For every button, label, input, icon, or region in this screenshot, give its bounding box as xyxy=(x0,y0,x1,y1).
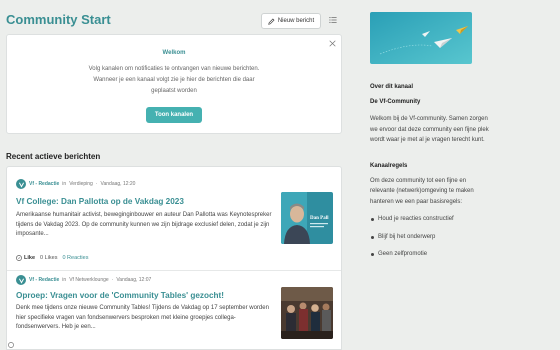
post-thumbnail[interactable]: Dan Pall xyxy=(281,192,333,244)
like-button[interactable]: Like xyxy=(16,255,35,261)
post-thumbnail[interactable] xyxy=(281,287,333,339)
welcome-card: Welkom Volg kanalen om notificaties te o… xyxy=(6,34,342,134)
post-time: Vandaag, 12:20 xyxy=(100,181,136,187)
new-post-button[interactable]: Nieuw bericht xyxy=(261,13,321,29)
post-meta: Vf - Redactie in Vf Netwerklounge · Vand… xyxy=(16,275,151,285)
rules-heading: Kanaalregels xyxy=(370,162,408,169)
channel-banner xyxy=(370,12,472,64)
avatar[interactable] xyxy=(16,275,26,285)
posts-list: Vf - Redactie in Verdieping · Vandaag, 1… xyxy=(6,166,342,350)
post-author[interactable]: Vf - Redactie xyxy=(29,181,59,187)
post-item: Vf - Redactie in Verdieping · Vandaag, 1… xyxy=(7,175,341,271)
rule-item: Geen zelfpromotie xyxy=(370,250,530,258)
vf-logo-icon xyxy=(18,278,24,284)
community-name: De Vf-Community xyxy=(370,99,421,105)
about-text: Welkom bij de Vf-community. Samen zorgen… xyxy=(370,116,489,143)
new-post-label: Nieuw bericht xyxy=(277,18,315,24)
post-excerpt: Amerikaanse humanitair activist, bewegin… xyxy=(16,212,272,237)
rule-item: Blijf bij het onderwerp xyxy=(370,233,530,241)
post-actions: Like 0 Likes 0 Reacties xyxy=(16,255,88,261)
about-heading: Over dit kanaal xyxy=(370,84,414,90)
rules-text: Om deze community tot een fijne en relev… xyxy=(370,177,474,205)
post-title[interactable]: Oproep: Vragen voor de 'Community Tables… xyxy=(16,291,224,300)
post-channel-prefix: in xyxy=(62,277,67,283)
post-meta: Vf - Redactie in Verdieping · Vandaag, 1… xyxy=(16,179,135,189)
show-channels-button[interactable]: Toon kanalen xyxy=(146,107,202,123)
page-title: Community Start xyxy=(6,12,111,27)
recent-posts-heading: Recent actieve berichten xyxy=(6,152,101,161)
post-channel-prefix: in xyxy=(62,181,67,187)
post-item: Vf - Redactie in Vf Netwerklounge · Vand… xyxy=(7,271,341,349)
like-label: Like xyxy=(24,255,36,261)
reacties-link[interactable]: 0 Reacties xyxy=(62,255,88,261)
welcome-text: Volg kanalen om notificaties te ontvange… xyxy=(88,66,260,94)
post-author[interactable]: Vf - Redactie xyxy=(29,277,59,283)
welcome-title: Welkom xyxy=(162,50,186,56)
post-channel[interactable]: Vf Netwerklounge xyxy=(69,277,108,283)
post-excerpt: Denk mee tijdens onze nieuwe Community T… xyxy=(16,305,269,330)
post-title[interactable]: Vf College: Dan Pallotta op de Vakdag 20… xyxy=(16,197,184,206)
likes-count: 0 Likes xyxy=(40,255,58,261)
thumb-text: Dan Pall xyxy=(310,216,329,221)
post-time: Vandaag, 12:07 xyxy=(116,277,152,283)
vf-logo-icon xyxy=(18,182,24,188)
list-icon[interactable] xyxy=(329,16,337,24)
rule-item: Houd je reacties constructief xyxy=(370,215,530,223)
channel-sidebar: Over dit kanaal De Vf-Community Welkom b… xyxy=(370,84,530,268)
avatar[interactable] xyxy=(16,179,26,189)
rules-list: Houd je reacties constructief Blijf bij … xyxy=(370,215,530,258)
like-icon xyxy=(16,255,22,261)
pencil-icon xyxy=(268,18,275,25)
like-icon[interactable] xyxy=(8,342,14,348)
close-icon[interactable] xyxy=(329,40,336,47)
post-channel[interactable]: Verdieping xyxy=(69,181,93,187)
